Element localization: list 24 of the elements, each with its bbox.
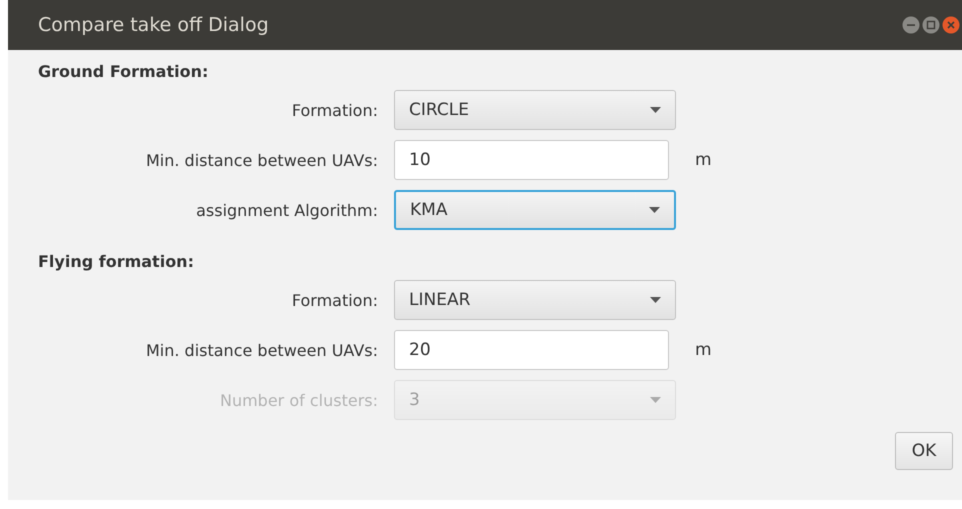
- unit-label: m: [695, 150, 712, 170]
- dropdown[interactable]: CIRCLE: [394, 90, 676, 130]
- caret-icon: [649, 207, 660, 213]
- close-icon[interactable]: [942, 16, 960, 34]
- maximize-icon[interactable]: [922, 16, 940, 34]
- section-heading: Ground Formation:: [38, 62, 210, 81]
- dropdown[interactable]: KMA: [394, 190, 676, 230]
- field-label: Formation:: [290, 100, 378, 120]
- field-label: Formation:: [290, 290, 378, 310]
- section-heading: Flying formation:: [38, 252, 195, 271]
- ok-button[interactable]: OK: [895, 432, 953, 470]
- caret-icon: [650, 397, 661, 403]
- field-label: assignment Algorithm:: [195, 200, 378, 220]
- input-field[interactable]: 10: [394, 140, 669, 180]
- window-title: Compare take off Dialog: [38, 14, 269, 36]
- unit-label: m: [695, 340, 712, 360]
- caret-icon: [650, 107, 661, 113]
- dropdown[interactable]: LINEAR: [394, 280, 676, 320]
- minimize-icon[interactable]: [902, 16, 920, 34]
- input-field[interactable]: 20: [394, 330, 669, 370]
- field-label: Number of clusters:: [218, 390, 378, 410]
- caret-icon: [650, 297, 661, 303]
- field-label: Min. distance between UAVs:: [144, 150, 378, 170]
- field-label: Min. distance between UAVs:: [144, 340, 378, 360]
